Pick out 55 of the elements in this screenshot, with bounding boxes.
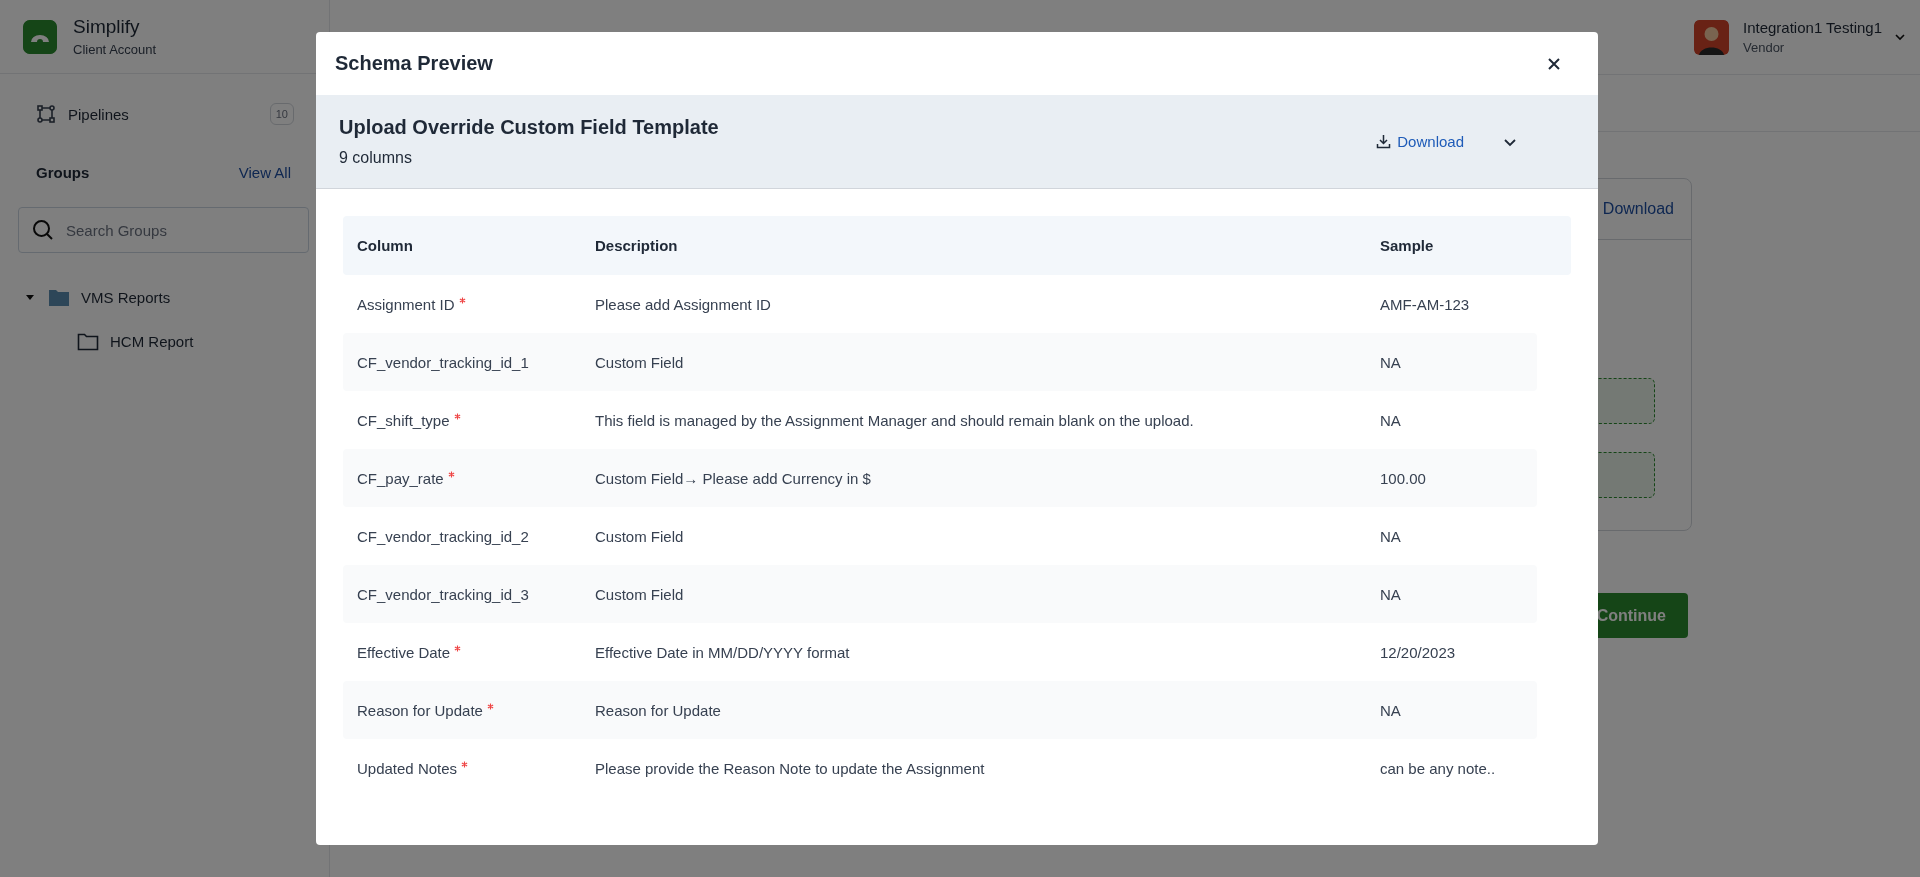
table-cell-text: 100.00 [1379, 469, 1427, 487]
search-icon [32, 219, 54, 241]
table-cell-text: Custom Field [594, 585, 685, 603]
column-count: 9 columns [339, 149, 413, 167]
logo-icon [23, 19, 57, 54]
table-cell-text: NA [1379, 701, 1402, 719]
template-name: Upload Override Custom Field Template [339, 116, 720, 139]
download-icon [1376, 134, 1392, 149]
table-cell-text: NA [1379, 411, 1402, 429]
table-cell-text: AMF-AM-123 [1379, 295, 1471, 313]
table-cell-text: Please provide the Reason Note to update the Assignment [594, 759, 986, 777]
count-badge: 10 [269, 103, 294, 125]
table-cell: CF_shift_type [343, 411, 581, 429]
search-field[interactable]: Search Groups [18, 207, 309, 253]
table-cell-text: Custom Field→ Please add Currency in $ [594, 469, 872, 487]
table-cell-text: NA [1379, 585, 1402, 603]
folder-icon [77, 331, 99, 351]
table-cell-text: 12/20/2023 [1379, 643, 1457, 661]
table-cell-text: Custom Field [594, 353, 685, 371]
table-cell: Reason for Update [343, 701, 581, 719]
table-cell: CF_pay_rate [343, 469, 581, 487]
tree-item[interactable]: HCM Report [110, 332, 194, 350]
column-header: Description [594, 237, 679, 254]
table-cell: Updated Notes [343, 759, 581, 777]
table-cell-text: Please add Assignment ID [594, 295, 772, 313]
table-cell: Effective Date [343, 643, 581, 661]
table-cell-text: NA [1379, 353, 1402, 371]
table-cell-text: Custom Field [594, 527, 685, 545]
chevron-down-icon[interactable] [1894, 31, 1906, 43]
tree-item[interactable]: VMS Reports [81, 288, 171, 306]
pipeline-icon [36, 104, 56, 124]
table-cell-text: This field is managed by the Assignment Manager and should remain blank on the upload. [594, 411, 1195, 429]
table-cell: Assignment ID [343, 295, 581, 313]
download-link[interactable]: Download [1602, 200, 1674, 218]
download-link[interactable]: Download [1376, 133, 1464, 150]
avatar [1694, 19, 1729, 55]
caret-icon[interactable] [25, 292, 35, 302]
table-cell-text: can be any note.. [1379, 759, 1497, 777]
brand-name: Simplify [73, 16, 141, 38]
table-cell-text: Reason for Update [594, 701, 722, 719]
nav-link[interactable]: Pipelines [68, 105, 270, 123]
table-cell-text: Effective Date in MM/DD/YYYY format [594, 643, 851, 661]
table-cell-text: CF_vendor_tracking_id_3 [356, 585, 530, 603]
account-type: Client Account [73, 42, 157, 57]
table-cell-text: CF_vendor_tracking_id_1 [356, 353, 530, 371]
view-all-link[interactable]: View All [238, 164, 291, 181]
user-name: Integration1 Testing1 [1743, 19, 1882, 36]
dialog-title: Schema Preview [335, 52, 493, 75]
folder-icon [48, 287, 70, 307]
user-role: Vendor [1743, 40, 1786, 55]
column-header: Column [356, 237, 414, 254]
column-header: Sample [1379, 237, 1435, 254]
section-title: Groups [36, 164, 90, 181]
table-cell-text: NA [1379, 527, 1402, 545]
table-cell-text: CF_vendor_tracking_id_2 [356, 527, 530, 545]
